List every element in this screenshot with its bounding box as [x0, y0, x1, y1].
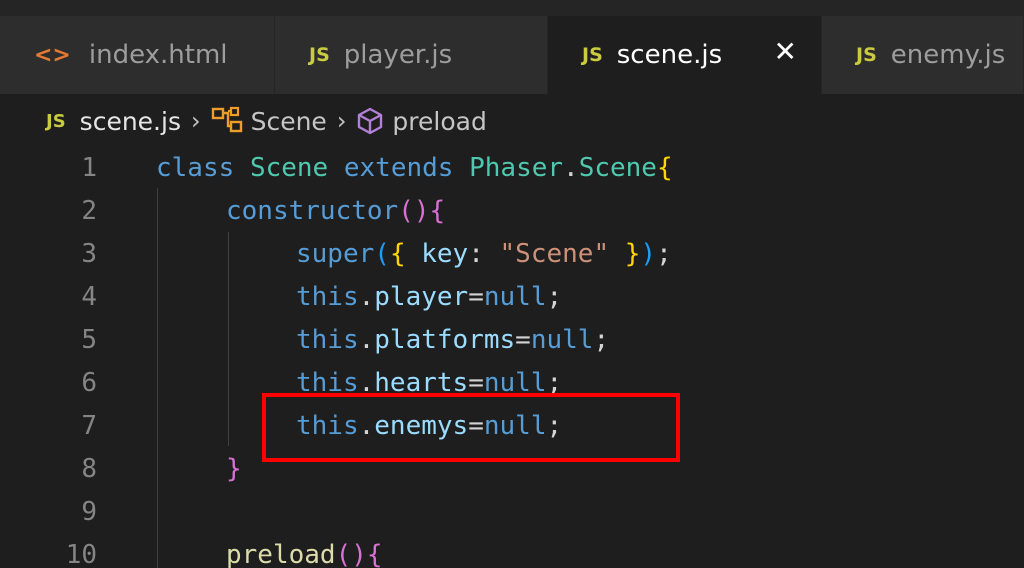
tab-label: index.html	[88, 40, 228, 70]
js-file-icon: JS	[856, 44, 877, 66]
code-text: super({ key: "Scene" });	[296, 238, 672, 269]
code-line[interactable]: 5 this.platforms=null;	[0, 318, 1024, 361]
code-line[interactable]: 3 super({ key: "Scene" });	[0, 232, 1024, 275]
tab-index-html[interactable]: <> index.html	[0, 16, 275, 94]
code-text: }	[226, 453, 242, 484]
code-text: constructor(){	[226, 195, 446, 226]
chevron-right-icon: ›	[336, 107, 347, 135]
code-editor-window: <> index.html JS player.js JS scene.js ✕…	[0, 0, 1024, 568]
line-number: 8	[81, 453, 97, 484]
line-number: 3	[81, 238, 97, 269]
html-file-icon: <>	[34, 42, 71, 68]
tab-player-js[interactable]: JS player.js	[275, 16, 548, 94]
line-number: 4	[81, 281, 97, 312]
code-text: this.platforms=null;	[296, 324, 610, 355]
line-number: 6	[81, 367, 97, 398]
tab-label: enemy.js	[890, 40, 1006, 70]
code-line[interactable]: 9	[0, 490, 1024, 533]
code-line[interactable]: 2 constructor(){	[0, 189, 1024, 232]
js-file-icon: JS	[309, 44, 330, 66]
code-line[interactable]: 10 preload(){	[0, 533, 1024, 568]
close-icon[interactable]: ✕	[774, 38, 797, 66]
method-symbol-icon	[356, 106, 384, 136]
tab-label: scene.js	[616, 40, 723, 70]
line-number: 10	[65, 539, 97, 568]
js-file-icon: JS	[582, 44, 603, 66]
breadcrumb-item-method[interactable]: preload	[392, 107, 486, 136]
line-number: 2	[81, 195, 97, 226]
tab-bar: <> index.html JS player.js JS scene.js ✕…	[0, 0, 1024, 94]
line-number: 1	[81, 152, 97, 183]
code-text: this.player=null;	[296, 281, 563, 312]
code-text: preload(){	[226, 539, 383, 568]
code-line[interactable]: 1 class Scene extends Phaser.Scene{	[0, 146, 1024, 189]
line-number: 5	[81, 324, 97, 355]
tab-label: player.js	[343, 40, 453, 70]
breadcrumb-item-class[interactable]: Scene	[251, 107, 327, 136]
code-text: class Scene extends Phaser.Scene{	[156, 152, 673, 183]
line-number: 7	[81, 410, 97, 441]
tab-enemy-js[interactable]: JS enemy.js	[822, 16, 1024, 94]
highlight-annotation-box	[262, 393, 680, 462]
code-editor[interactable]: 1 class Scene extends Phaser.Scene{ 2 co…	[0, 146, 1024, 568]
line-number: 9	[81, 496, 97, 527]
breadcrumb-item-file[interactable]: scene.js	[80, 107, 181, 136]
tab-scene-js[interactable]: JS scene.js ✕	[548, 16, 822, 94]
class-symbol-icon	[211, 106, 245, 136]
chevron-right-icon: ›	[190, 107, 201, 135]
breadcrumb: JS scene.js › Scene › preload	[0, 96, 1024, 146]
js-file-icon: JS	[46, 110, 66, 132]
code-line[interactable]: 4 this.player=null;	[0, 275, 1024, 318]
